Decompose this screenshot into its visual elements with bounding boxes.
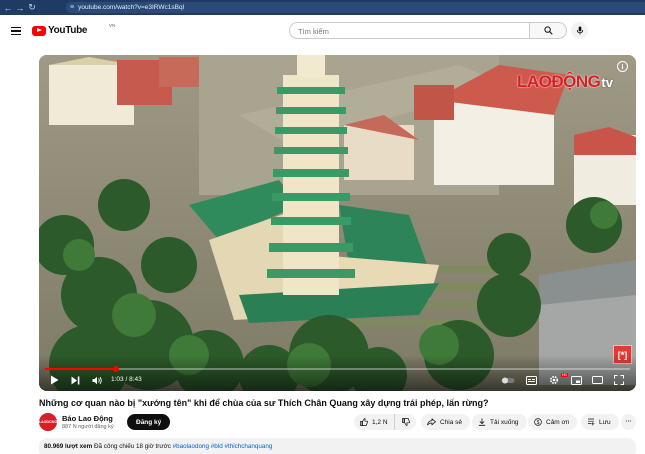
youtube-header: YouTube VN <box>0 15 645 48</box>
voice-search-button[interactable] <box>571 22 588 39</box>
download-button[interactable]: Tải xuống <box>472 414 527 430</box>
channel-name[interactable]: Báo Lao Động <box>62 414 113 423</box>
fullscreen-button[interactable] <box>613 373 625 387</box>
search-button[interactable] <box>530 22 567 39</box>
more-actions-button[interactable]: ··· <box>621 414 636 430</box>
hd-badge: HD <box>561 373 569 377</box>
save-label: Lưu <box>599 418 611 426</box>
thumbs-down-icon <box>401 418 410 426</box>
site-settings-icon[interactable]: ≡ <box>70 4 74 11</box>
theater-mode-button[interactable] <box>591 373 603 387</box>
miniplayer-button[interactable] <box>570 373 582 387</box>
fullscreen-icon <box>614 375 624 385</box>
play-icon <box>50 375 58 385</box>
autoplay-toggle[interactable] <box>501 373 515 387</box>
svg-text:$: $ <box>537 420 540 426</box>
gear-icon <box>549 375 559 385</box>
thanks-button[interactable]: $ Cảm ơn <box>528 414 578 430</box>
progress-bar[interactable] <box>45 366 630 372</box>
back-arrow-icon[interactable]: ← <box>2 0 14 15</box>
thanks-icon: $ <box>534 418 542 426</box>
progress-fill <box>45 368 117 370</box>
share-icon <box>427 418 436 426</box>
view-count: 80.969 lượt xem <box>44 443 93 450</box>
share-label: Chia sẻ <box>440 418 463 426</box>
captions-button[interactable] <box>525 373 537 387</box>
video-frame <box>39 55 636 391</box>
dislike-button[interactable] <box>395 418 414 426</box>
theater-mode-icon <box>591 376 603 384</box>
thanks-label: Cảm ơn <box>546 418 570 426</box>
forward-arrow-icon[interactable]: → <box>14 0 26 15</box>
like-button[interactable]: 1,2 N <box>354 414 395 430</box>
watermark-text: LAOĐỘNG <box>517 72 601 91</box>
country-code: VN <box>109 23 116 28</box>
like-dislike-group: 1,2 N <box>354 414 416 430</box>
search-input[interactable] <box>298 25 518 37</box>
address-bar[interactable]: ≡ youtube.com/watch?v=e3IRWc1sBql <box>66 2 645 13</box>
search-box <box>289 22 530 39</box>
info-icon[interactable]: i <box>617 61 628 72</box>
subscribe-button[interactable]: Đăng ký <box>127 414 171 430</box>
reload-icon[interactable]: ↻ <box>26 0 38 15</box>
browser-toolbar: ← → ↻ ≡ youtube.com/watch?v=e3IRWc1sBql <box>0 0 645 15</box>
url-text: youtube.com/watch?v=e3IRWc1sBql <box>78 4 185 11</box>
video-title: Những cơ quan nào bị "xướng tên" khi để … <box>39 398 489 408</box>
youtube-logo[interactable]: YouTube VN <box>32 23 115 36</box>
watermark-suffix: tv <box>601 75 613 90</box>
description-meta: 80.969 lượt xem Đã công chiếu 18 giờ trư… <box>44 443 272 450</box>
channel-avatar[interactable]: LAODONG <box>39 413 57 431</box>
next-button[interactable] <box>69 373 81 387</box>
share-button[interactable]: Chia sẻ <box>421 414 471 430</box>
controls-gradient <box>39 355 636 391</box>
download-icon <box>478 418 486 426</box>
settings-button[interactable] <box>548 373 560 387</box>
youtube-logo-icon <box>32 25 46 36</box>
menu-icon[interactable] <box>11 27 21 35</box>
search-icon <box>543 26 553 35</box>
logo-text: YouTube <box>48 25 88 36</box>
save-button[interactable]: Lưu <box>581 414 619 430</box>
time-display: 1:03 / 8:43 <box>111 376 142 383</box>
volume-button[interactable] <box>91 373 103 387</box>
miniplayer-icon <box>570 375 582 385</box>
hashtags[interactable]: #baolaodong #bld #thichchanquang <box>173 443 273 450</box>
premiere-time: Đã công chiếu 18 giờ trước <box>94 443 171 450</box>
video-player[interactable]: LAOĐỘNG tv i [*] 1:03 / 8:43 HD <box>39 55 636 391</box>
like-count: 1,2 N <box>372 418 388 426</box>
download-label: Tải xuống <box>490 418 519 426</box>
captions-icon <box>525 375 537 385</box>
thumbs-up-icon <box>360 418 368 426</box>
volume-icon <box>92 376 102 384</box>
channel-watermark: LAOĐỘNG tv <box>517 72 613 92</box>
save-icon <box>587 418 595 426</box>
subscriber-count: 887 N người đăng ký <box>62 424 114 430</box>
autoplay-toggle-icon <box>501 377 515 383</box>
next-icon <box>71 376 79 384</box>
play-button[interactable] <box>48 373 60 387</box>
mic-icon <box>576 26 583 35</box>
description-box[interactable]: 80.969 lượt xem Đã công chiếu 18 giờ trư… <box>39 438 636 454</box>
